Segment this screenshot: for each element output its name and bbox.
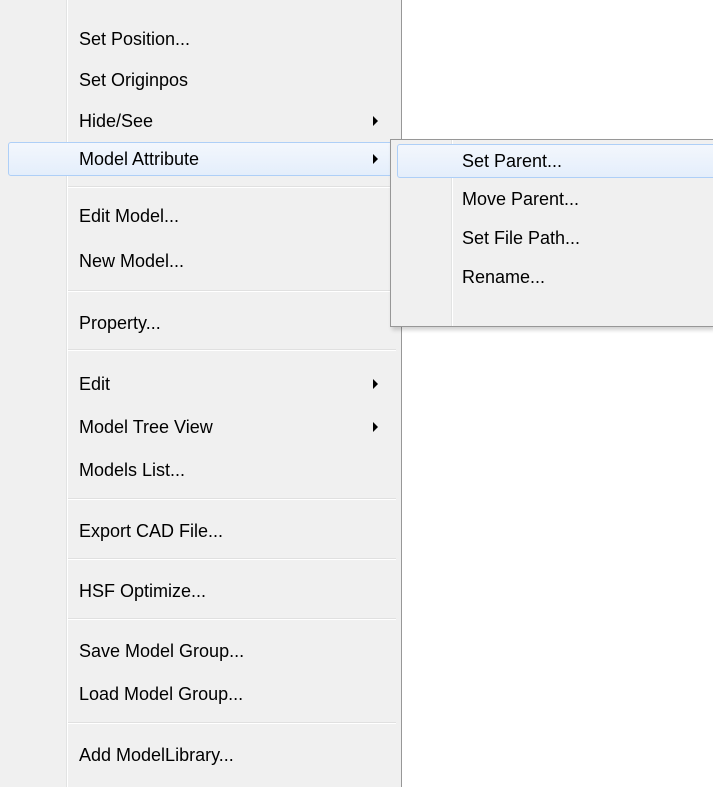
menu-item-edit-model[interactable]: Edit Model...: [8, 199, 394, 233]
menu-item-label: Set Position...: [79, 29, 191, 49]
chevron-right-icon: [373, 422, 378, 432]
chevron-right-icon: [373, 379, 378, 389]
menu-item-label: Model Attribute: [79, 149, 200, 169]
menu-item-label: Export CAD File...: [79, 521, 224, 541]
submenu-item-set-file-path[interactable]: Set File Path...: [397, 221, 713, 255]
menu-separator: [68, 290, 396, 292]
menu-separator: [68, 498, 396, 500]
submenu-item-label: Set Parent...: [462, 151, 563, 171]
menu-separator: [68, 558, 396, 560]
menu-item-set-originpos[interactable]: Set Originpos: [8, 63, 394, 97]
menu-separator: [68, 186, 396, 188]
menu-item-label: Hide/See: [79, 111, 154, 131]
submenu-item-rename[interactable]: Rename...: [397, 260, 713, 294]
menu-item-label: Save Model Group...: [79, 641, 245, 661]
menu-item-new-model[interactable]: New Model...: [8, 244, 394, 278]
menu-item-label: Property...: [79, 313, 161, 333]
menu-item-label: Models List...: [79, 460, 186, 480]
menu-item-property[interactable]: Property...: [8, 306, 394, 340]
menu-item-label: Set Originpos: [79, 70, 189, 90]
menu-item-label: Load Model Group...: [79, 684, 244, 704]
chevron-right-icon: [373, 154, 378, 164]
submenu-item-label: Rename...: [462, 267, 546, 287]
menu-item-model-tree-view[interactable]: Model Tree View: [8, 410, 394, 444]
menu-item-set-position[interactable]: Set Position...: [8, 22, 394, 56]
menu-item-load-model-group[interactable]: Load Model Group...: [8, 677, 394, 711]
menu-separator: [68, 618, 396, 620]
chevron-right-icon: [373, 116, 378, 126]
menu-item-export-cad-file[interactable]: Export CAD File...: [8, 514, 394, 548]
context-menu: Set Position... Set Originpos Hide/See M…: [0, 0, 402, 787]
menu-separator: [68, 349, 396, 351]
menu-item-label: Model Tree View: [79, 417, 213, 437]
menu-item-edit[interactable]: Edit: [8, 367, 394, 401]
menu-separator: [68, 722, 396, 724]
menu-item-models-list[interactable]: Models List...: [8, 453, 394, 487]
menu-item-hide-see[interactable]: Hide/See: [8, 104, 394, 138]
menu-item-hsf-optimize[interactable]: HSF Optimize...: [8, 574, 394, 608]
menu-item-add-modellibrary[interactable]: Add ModelLibrary...: [8, 738, 394, 772]
menu-item-model-attribute[interactable]: Model Attribute: [8, 142, 394, 176]
menu-item-label: Edit: [79, 374, 111, 394]
submenu-item-label: Move Parent...: [462, 189, 580, 209]
menu-item-label: Add ModelLibrary...: [79, 745, 234, 765]
submenu-item-set-parent[interactable]: Set Parent...: [397, 144, 713, 178]
submenu-item-label: Set File Path...: [462, 228, 581, 248]
submenu-item-move-parent[interactable]: Move Parent...: [397, 182, 713, 216]
menu-item-save-model-group[interactable]: Save Model Group...: [8, 634, 394, 668]
model-attribute-submenu: Set Parent... Move Parent... Set File Pa…: [390, 139, 713, 327]
menu-item-label: Edit Model...: [79, 206, 180, 226]
menu-item-label: HSF Optimize...: [79, 581, 207, 601]
menu-item-label: New Model...: [79, 251, 185, 271]
